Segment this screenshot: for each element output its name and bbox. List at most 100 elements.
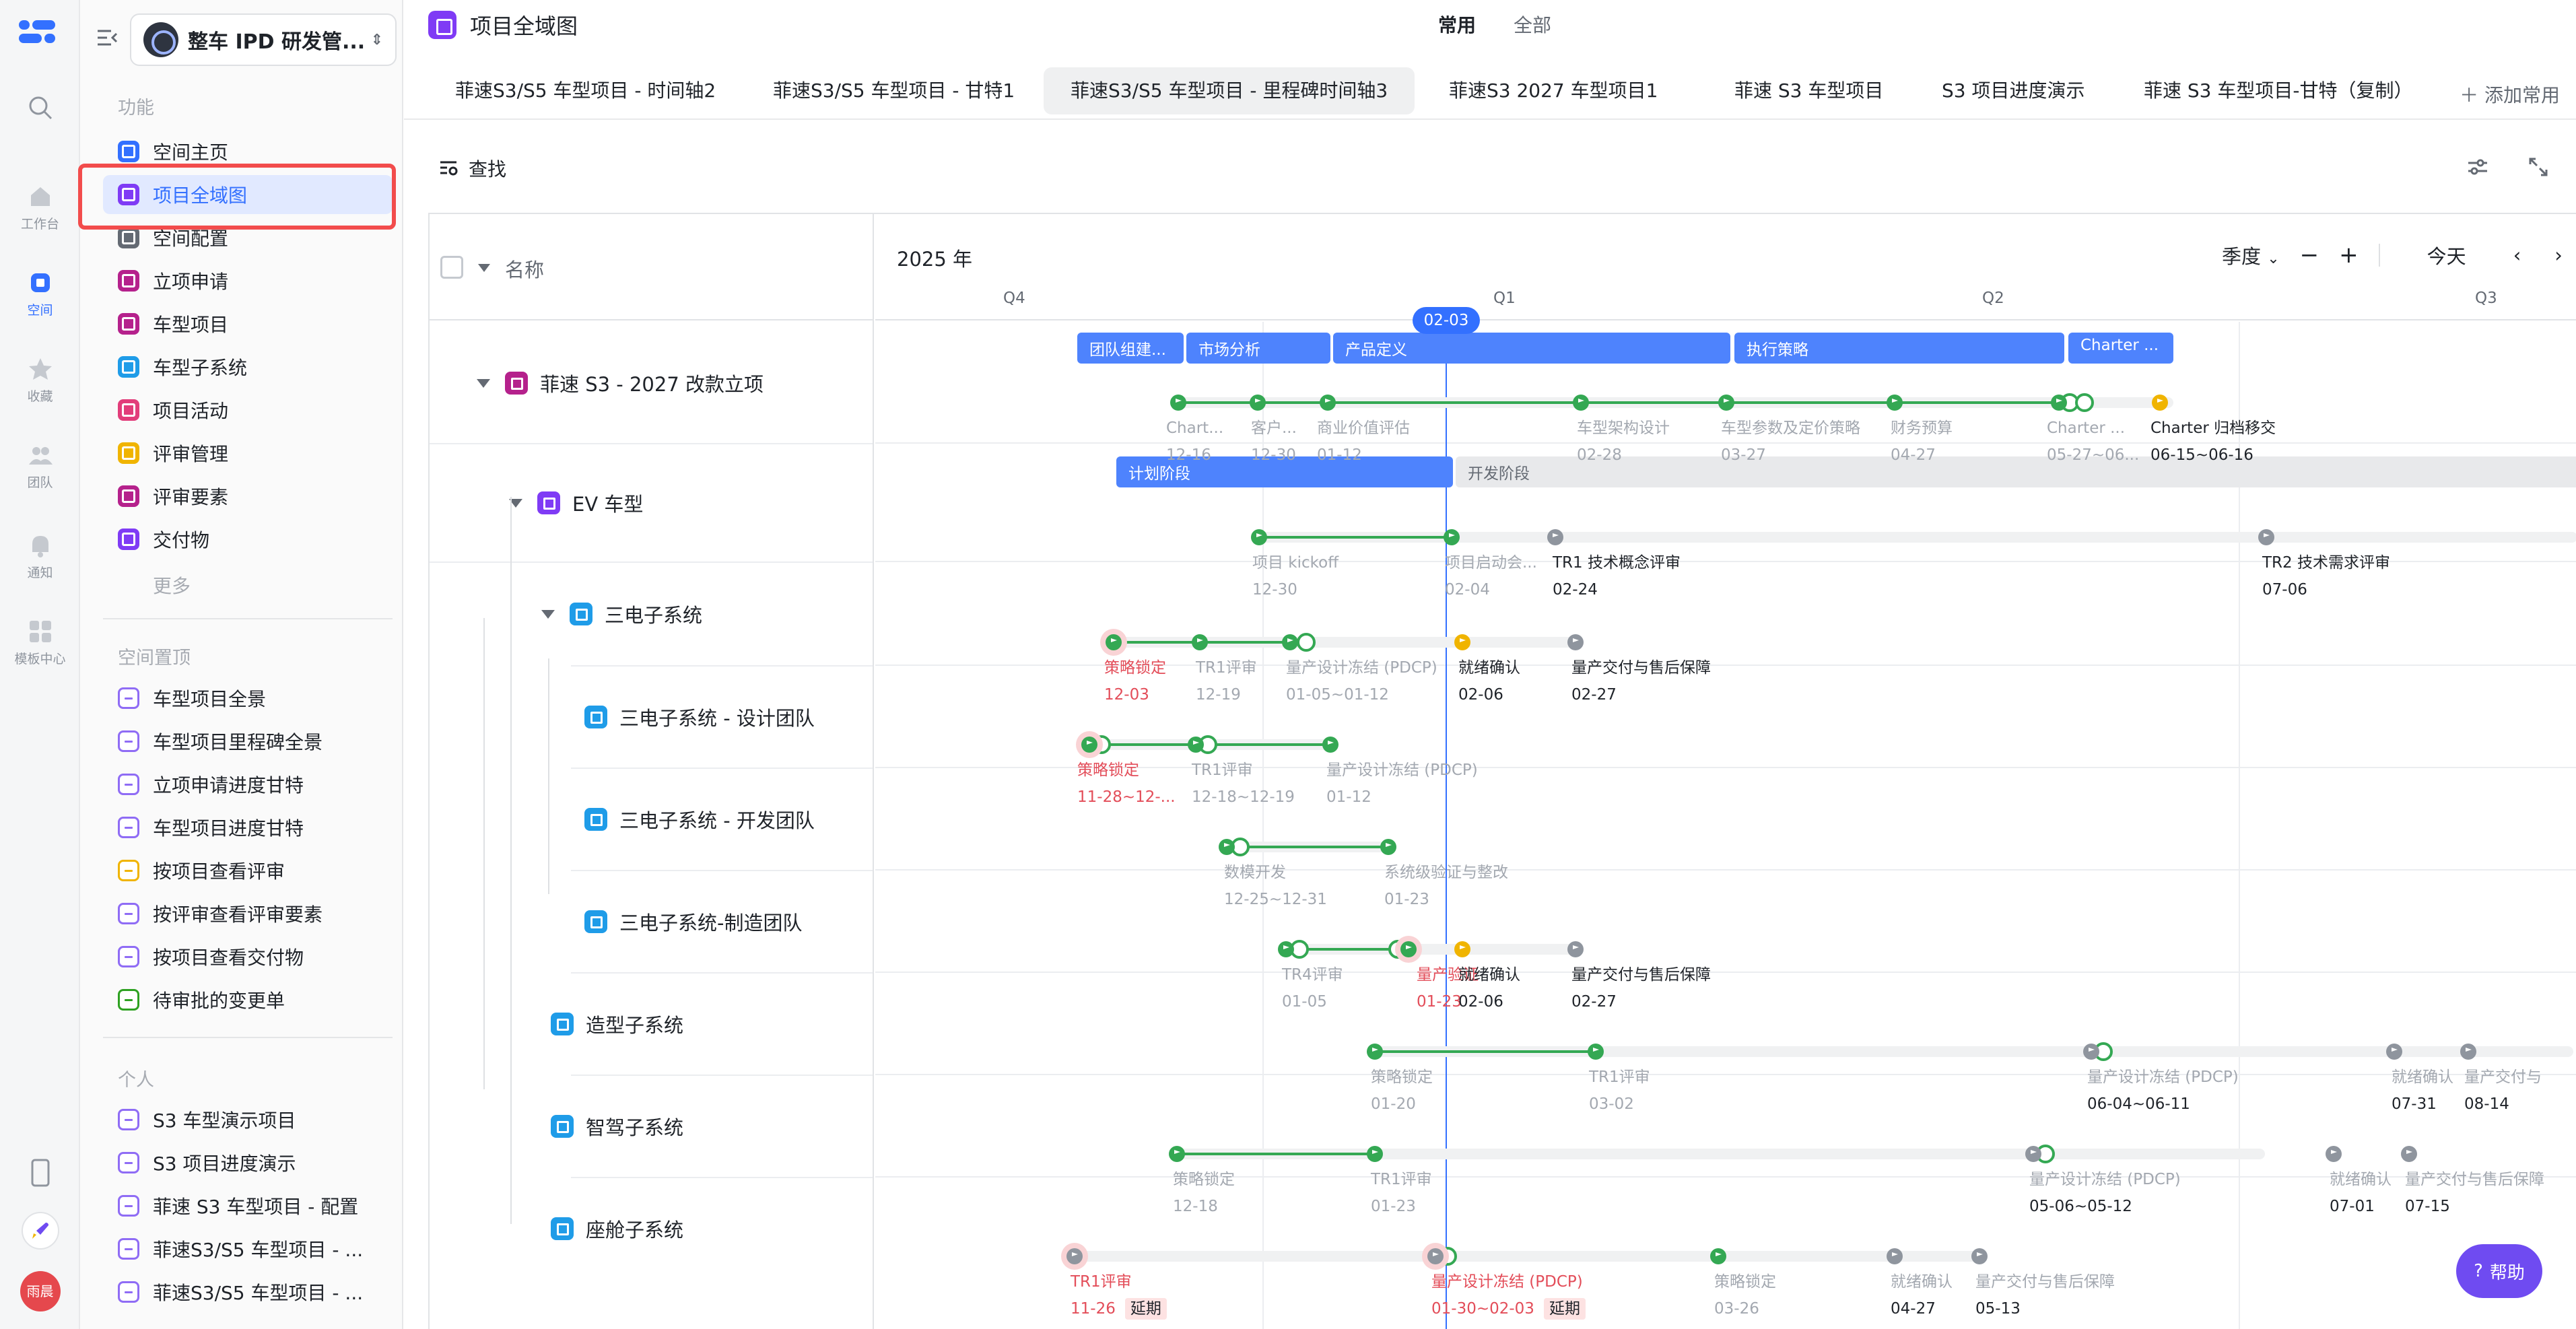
milestone-name[interactable]: 量产交付与售后保障 xyxy=(1975,1271,2115,1293)
scale-select[interactable]: 季度 ⌄ xyxy=(2222,241,2280,269)
milestone-name[interactable]: 量产交付与售后保障 xyxy=(2405,1169,2544,1190)
milestone-name[interactable]: TR1评审 xyxy=(1589,1066,1650,1088)
expand-toggle-icon[interactable] xyxy=(477,378,490,388)
milestone-name[interactable]: 策略锁定 xyxy=(1077,759,1139,781)
sidebar-item[interactable]: 车型项目进度甘特 xyxy=(103,808,393,847)
collapse-sidebar-icon[interactable] xyxy=(95,26,119,50)
milestone-name[interactable]: TR2 技术需求评审 xyxy=(2262,552,2390,574)
collapse-all-icon[interactable] xyxy=(478,264,490,272)
milestone-name[interactable]: 量产设计冻结 (PDCP) xyxy=(1286,657,1437,679)
milestone-name[interactable]: 量产交付与售后保障 xyxy=(1571,964,1711,986)
today-button[interactable]: 今天 xyxy=(2427,241,2466,269)
rail-space[interactable]: 空间 xyxy=(0,269,80,318)
milestone-name[interactable]: 策略锁定 xyxy=(1371,1066,1433,1088)
gantt-row-name[interactable]: 智驾子系统 xyxy=(551,1112,683,1140)
view-tab[interactable]: S3 项目进度演示 xyxy=(1915,67,2112,114)
milestone-name[interactable]: 量产设计冻结 (PDCP) xyxy=(2029,1169,2181,1190)
sidebar-item[interactable]: 车型项目里程碑全景 xyxy=(103,722,393,761)
milestone-name[interactable]: Charter ... xyxy=(2047,417,2125,439)
milestone-name[interactable]: TR1评审 xyxy=(1371,1169,1432,1190)
milestone-name[interactable]: 车型架构设计 xyxy=(1577,417,1670,439)
sidebar-item[interactable]: S3 项目进度演示 xyxy=(103,1143,393,1182)
milestone-name[interactable]: 商业价值评估 xyxy=(1317,417,1410,439)
gantt-row-name[interactable]: 座舱子系统 xyxy=(551,1215,683,1243)
gantt-row-name[interactable]: 三电子系统 - 设计团队 xyxy=(584,703,815,731)
zoom-out-button[interactable]: − xyxy=(2300,242,2319,269)
zoom-in-button[interactable]: + xyxy=(2339,242,2359,269)
sidebar-item[interactable]: 菲速S3/S5 车型项目 - ... xyxy=(103,1229,393,1268)
rail-templates[interactable]: 模板中心 xyxy=(0,618,80,667)
rail-favorites[interactable]: 收藏 xyxy=(0,355,80,405)
milestone-name[interactable]: 量产设计冻结 (PDCP) xyxy=(1326,759,1478,781)
sidebar-item[interactable]: 车型项目 xyxy=(103,304,393,343)
sidebar-item[interactable]: 按评审查看评审要素 xyxy=(103,894,393,933)
prev-icon[interactable]: ‹ xyxy=(2513,244,2521,267)
rocket-icon[interactable] xyxy=(0,1212,80,1254)
view-tab[interactable]: 菲速S3 2027 车型项目1 xyxy=(1422,67,1685,114)
milestone-name[interactable]: 策略锁定 xyxy=(1173,1169,1235,1190)
sidebar-item[interactable]: 菲速 S3 车型项目 - 配置 xyxy=(103,1186,393,1225)
milestone-name[interactable]: TR1评审 xyxy=(1071,1271,1132,1293)
sidebar-item[interactable]: 评审管理 xyxy=(103,434,393,473)
gantt-row-name[interactable]: 三电子系统-制造团队 xyxy=(584,908,802,936)
sidebar-item[interactable]: 交付物 xyxy=(103,520,393,559)
sidebar-item[interactable]: 按项目查看交付物 xyxy=(103,937,393,976)
milestone-name[interactable]: 策略锁定 xyxy=(1104,657,1166,679)
milestone-name[interactable]: TR1评审 xyxy=(1192,759,1253,781)
tab-all[interactable]: 全部 xyxy=(1514,11,1551,38)
milestone-name[interactable]: 就绪确认 xyxy=(1458,657,1520,679)
view-tab[interactable]: 菲速S3/S5 车型项目 - 时间轴2 xyxy=(428,67,743,114)
milestone-name[interactable]: Charter 归档移交 xyxy=(2150,417,2276,439)
sidebar-item[interactable]: 车型子系统 xyxy=(103,347,393,386)
expand-toggle-icon[interactable] xyxy=(541,609,555,619)
milestone-name[interactable]: 就绪确认 xyxy=(2392,1066,2453,1088)
milestone-name[interactable]: 项目 kickoff xyxy=(1252,552,1338,574)
milestone-name[interactable]: 就绪确认 xyxy=(1891,1271,1953,1293)
sidebar-item[interactable]: 车型项目全景 xyxy=(103,679,393,718)
rail-notify[interactable]: 通知 xyxy=(0,532,80,581)
app-logo-icon[interactable] xyxy=(18,19,58,46)
milestone-name[interactable]: 量产设计冻结 (PDCP) xyxy=(2087,1066,2239,1088)
milestone-name[interactable]: 车型参数及定价策略 xyxy=(1721,417,1860,439)
space-switcher[interactable]: 整车 IPD 研发管... ⇕ xyxy=(130,13,397,66)
milestone-name[interactable]: 量产交付与 xyxy=(2464,1066,2542,1088)
gantt-row-name[interactable]: 三电子系统 - 开发团队 xyxy=(584,805,815,833)
view-tab[interactable]: 菲速S3/S5 车型项目 - 甘特1 xyxy=(746,67,1042,114)
search-icon[interactable] xyxy=(0,94,80,125)
milestone-name[interactable]: 策略锁定 xyxy=(1714,1271,1776,1293)
view-tab[interactable]: 菲速 S3 车型项目 xyxy=(1707,67,1910,114)
sidebar-item[interactable]: 菲速S3/S5 车型项目 - ... xyxy=(103,1272,393,1311)
more-link[interactable]: 更多 xyxy=(103,566,393,605)
milestone-name[interactable]: 数模开发 xyxy=(1224,862,1286,883)
next-icon[interactable]: › xyxy=(2554,244,2563,267)
sidebar-item[interactable]: 评审要素 xyxy=(103,477,393,516)
help-button[interactable]: ? 帮助 xyxy=(2456,1244,2542,1298)
milestone-name[interactable]: 项目启动会... xyxy=(1445,552,1537,574)
select-all-checkbox[interactable] xyxy=(440,256,463,279)
tab-common[interactable]: 常用 xyxy=(1438,11,1476,38)
rail-workbench[interactable]: 工作台 xyxy=(0,183,80,232)
view-tab-active[interactable]: 菲速S3/S5 车型项目 - 里程碑时间轴3 xyxy=(1044,67,1415,114)
settings-sliders-icon[interactable] xyxy=(2467,156,2488,178)
sidebar-item[interactable]: S3 车型演示项目 xyxy=(103,1100,393,1139)
milestone-name[interactable]: TR1评审 xyxy=(1196,657,1257,679)
milestone-name[interactable]: 量产设计冻结 (PDCP) xyxy=(1431,1271,1583,1293)
sidebar-item[interactable]: 立项申请进度甘特 xyxy=(103,765,393,804)
milestone-name[interactable]: 量产交付与售后保障 xyxy=(1571,657,1711,679)
mobile-icon[interactable] xyxy=(0,1158,80,1192)
user-avatar[interactable]: 雨晨 xyxy=(0,1271,80,1311)
view-tab[interactable]: 菲速 S3 车型项目-甘特（复制） xyxy=(2117,67,2440,114)
sidebar-item[interactable]: 待审批的变更单 xyxy=(103,980,393,1019)
sidebar-item[interactable]: 按项目查看评审 xyxy=(103,851,393,890)
milestone-name[interactable]: 系统级验证与整改 xyxy=(1384,862,1508,883)
milestone-name[interactable]: TR4评审 xyxy=(1282,964,1343,986)
gantt-row-name[interactable]: 造型子系统 xyxy=(551,1010,683,1038)
milestone-name[interactable]: 就绪确认 xyxy=(2330,1169,2392,1190)
milestone-name[interactable]: 就绪确认 xyxy=(1458,964,1520,986)
find-button[interactable]: 查找 xyxy=(439,155,506,182)
milestone-name[interactable]: 客户... xyxy=(1251,417,1297,439)
fullscreen-icon[interactable] xyxy=(2528,156,2549,178)
gantt-row-name[interactable]: 菲速 S3 - 2027 改款立项 xyxy=(477,369,764,397)
milestone-name[interactable]: Chart... xyxy=(1166,417,1223,439)
milestone-name[interactable]: 财务预算 xyxy=(1891,417,1953,439)
